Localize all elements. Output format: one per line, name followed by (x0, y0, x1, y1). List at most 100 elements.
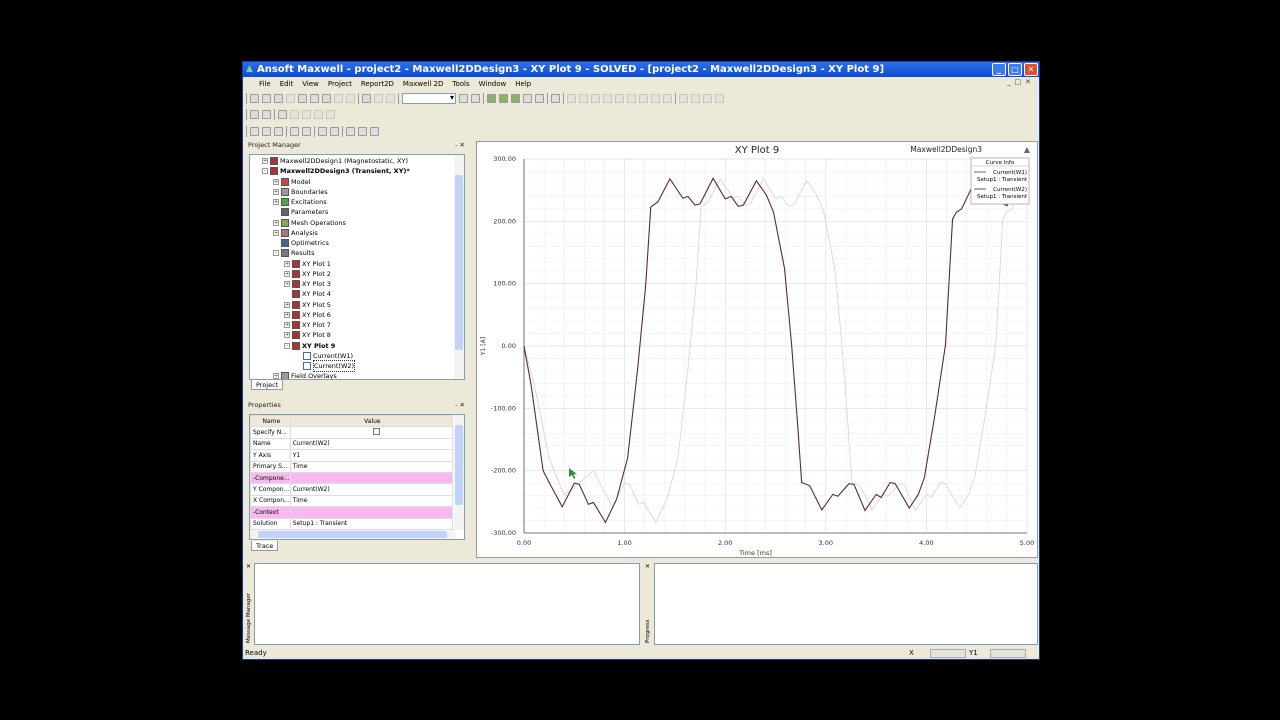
property-value[interactable]: Current(W2) (289, 483, 454, 496)
toolbar-button-icon[interactable] (715, 93, 724, 103)
expand-toggle-icon[interactable]: + (273, 178, 279, 185)
toolbar-button-icon[interactable] (370, 126, 379, 136)
expand-toggle-icon[interactable]: + (273, 199, 279, 205)
toolbar-button-icon[interactable] (374, 93, 383, 103)
tree-item[interactable]: - XY Plot 9 (284, 341, 335, 351)
tree-item[interactable]: - Results (273, 248, 314, 258)
property-value[interactable]: Time (289, 494, 454, 508)
toolbar-button-icon[interactable] (250, 93, 259, 103)
expand-toggle-icon[interactable]: + (273, 373, 279, 379)
toolbar-button-icon[interactable] (511, 93, 520, 103)
property-row[interactable]: Primary S... Time (250, 460, 454, 473)
toolbar-button-icon[interactable] (679, 93, 688, 103)
toolbar-button-icon[interactable] (471, 93, 480, 103)
toolbar-button-icon[interactable] (551, 93, 560, 103)
toolbar-button-icon[interactable] (499, 93, 508, 103)
toolbar-button-icon[interactable] (290, 109, 299, 119)
expand-toggle-icon[interactable]: + (284, 281, 290, 287)
toolbar-button-icon[interactable] (358, 126, 367, 136)
expand-toggle-icon[interactable]: - (262, 168, 268, 175)
toolbar-button-icon[interactable] (346, 93, 355, 103)
tree-item[interactable]: + XY Plot 3 (284, 279, 331, 289)
property-value[interactable] (289, 471, 454, 485)
xy-plot-window[interactable]: 0.00 1.00 2.00 3.00 4.00 5.00 300.00 200.00 100.… (476, 141, 1038, 558)
property-row[interactable]: Specify N... (250, 426, 454, 439)
progress-list[interactable] (654, 563, 1038, 645)
tree-item[interactable]: + XY Plot 1 (284, 259, 331, 269)
menu-report2d[interactable]: Report2D (361, 78, 394, 90)
specify-name-checkbox[interactable] (372, 428, 380, 436)
tree-item[interactable]: + XY Plot 7 (284, 320, 331, 330)
toolbar-button-icon[interactable] (262, 126, 271, 136)
tree-item[interactable]: + Mesh Operations (273, 218, 346, 228)
menu-help[interactable]: Help (515, 78, 531, 90)
toolbar-button-icon[interactable] (318, 126, 327, 136)
toolbar-button-icon[interactable] (362, 93, 371, 103)
toolbar-button-icon[interactable] (290, 126, 299, 136)
xy-plot-chart[interactable]: 0.00 1.00 2.00 3.00 4.00 5.00 300.00 200.00 100.… (477, 142, 1037, 557)
property-value[interactable] (289, 506, 454, 519)
menu-view[interactable]: View (302, 78, 319, 90)
property-value[interactable]: Time (289, 460, 454, 473)
property-row[interactable]: Y Axis Y1 (250, 449, 454, 462)
property-row[interactable]: Name Current(W2) (250, 437, 454, 451)
properties-hscrollbar[interactable] (250, 530, 455, 539)
toolbar-button-icon[interactable] (250, 126, 259, 136)
pane-close-icon[interactable]: ✕ (645, 563, 650, 570)
menu-edit[interactable]: Edit (280, 78, 294, 90)
tree-item[interactable]: + XY Plot 6 (284, 310, 331, 320)
toolbar-button-icon[interactable] (603, 93, 612, 103)
tree-item[interactable]: Current(W2) (295, 360, 356, 372)
tree-item[interactable]: XY Plot 4 (284, 289, 331, 299)
tree-scrollbar[interactable] (454, 155, 464, 379)
toolbar-button-icon[interactable] (310, 93, 319, 103)
expand-toggle-icon[interactable]: - (284, 342, 290, 349)
expand-toggle-icon[interactable]: + (273, 188, 279, 195)
expand-toggle-icon[interactable]: + (284, 311, 290, 318)
toolbar-button-icon[interactable] (298, 93, 307, 103)
toolbar-button-icon[interactable] (627, 93, 636, 103)
toolbar-button-icon[interactable] (567, 93, 576, 103)
menu-tools[interactable]: Tools (452, 78, 469, 90)
expand-toggle-icon[interactable]: + (273, 229, 279, 236)
toolbar-button-icon[interactable] (579, 93, 588, 103)
toolbar-button-icon[interactable] (639, 93, 648, 103)
maximize-button[interactable]: □ (1008, 63, 1022, 76)
tree-item[interactable]: + Excitations (273, 197, 327, 207)
menu-maxwell2d[interactable]: Maxwell 2D (403, 78, 443, 90)
toolbar-button-icon[interactable] (302, 126, 311, 136)
toolbar-button-icon[interactable] (346, 126, 355, 136)
tree-item[interactable]: + XY Plot 2 (284, 269, 331, 279)
toolbar-button-icon[interactable] (278, 109, 287, 119)
expand-toggle-icon[interactable]: + (284, 301, 290, 308)
property-row[interactable]: Solution Setup1 : Transient (250, 517, 454, 530)
tab-project[interactable]: Project (251, 380, 284, 390)
expand-toggle-icon[interactable]: - (273, 250, 279, 257)
toolbar-button-icon[interactable] (250, 109, 259, 119)
toolbar-button-icon[interactable] (523, 93, 532, 103)
expand-toggle-icon[interactable]: + (284, 270, 290, 277)
toolbar-button-icon[interactable] (302, 109, 311, 119)
minimize-button[interactable]: _ (992, 63, 1006, 76)
toolbar-button-icon[interactable] (487, 93, 496, 103)
toolbar-button-icon[interactable] (314, 109, 323, 119)
toolbar-button-icon[interactable] (615, 93, 624, 103)
expand-toggle-icon[interactable]: + (284, 322, 290, 328)
toolbar-button-icon[interactable] (330, 126, 339, 136)
toolbar-button-icon[interactable] (386, 93, 395, 103)
property-row[interactable]: Y Compon... Current(W2) (250, 483, 454, 496)
properties-scrollbar[interactable] (454, 415, 464, 530)
toolbar-button-icon[interactable] (535, 93, 544, 103)
toolbar-button-icon[interactable] (591, 93, 600, 103)
toolbar-dropdown[interactable] (402, 92, 456, 104)
tree-item[interactable]: + Analysis (273, 228, 318, 238)
mdi-window-controls[interactable]: _□✕ (1007, 78, 1035, 86)
toolbar-button-icon[interactable] (274, 126, 283, 136)
tree-item[interactable]: + Maxwell2DDesign1 (Magnetostatic, XY) (262, 156, 408, 166)
tree-item[interactable]: Parameters (273, 207, 328, 217)
tree-item[interactable]: - Maxwell2DDesign3 (Transient, XY)* (262, 166, 410, 176)
toolbar-button-icon[interactable] (334, 93, 343, 103)
properties-grid[interactable]: Name Value Specify N... Name Current(W2) Y Ax… (249, 414, 465, 540)
message-list[interactable] (254, 563, 640, 645)
toolbar-button-icon[interactable] (326, 109, 335, 119)
